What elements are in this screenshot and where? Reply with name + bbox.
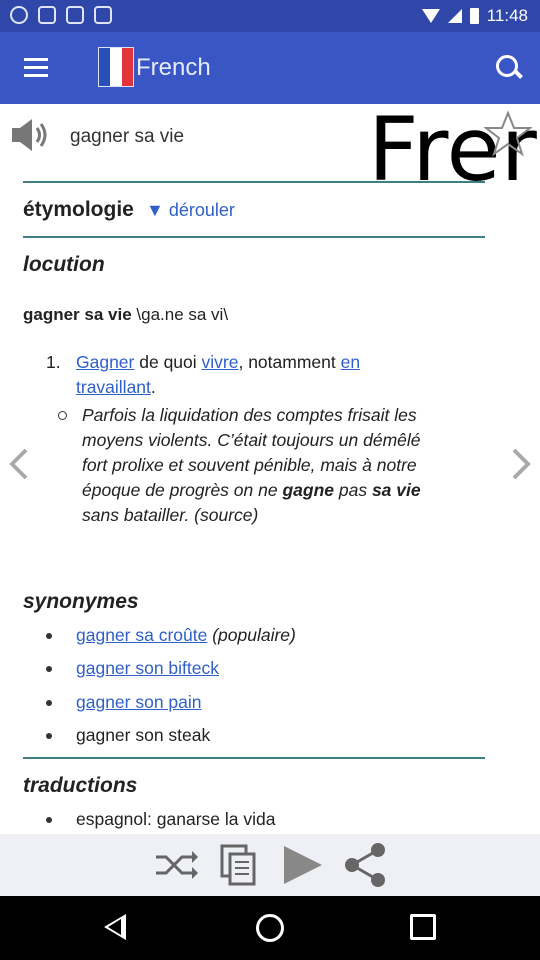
status-bar: 11:48 bbox=[0, 0, 540, 32]
bullet-icon bbox=[46, 666, 52, 672]
shuffle-icon[interactable] bbox=[150, 840, 200, 890]
bullet-icon bbox=[46, 817, 52, 823]
definition-fragment: , notamment bbox=[238, 352, 341, 372]
example-quote: Parfois la liquidation des comptes frisa… bbox=[58, 403, 442, 528]
status-time: 11:48 bbox=[486, 6, 528, 25]
wifi-icon bbox=[421, 9, 440, 23]
share-icon[interactable] bbox=[340, 840, 390, 890]
divider bbox=[23, 757, 485, 759]
definition-fragment: de quoi bbox=[134, 352, 202, 372]
french-flag-icon bbox=[98, 47, 134, 87]
recent-apps-icon[interactable] bbox=[410, 914, 436, 940]
definition-number: 1. bbox=[46, 352, 61, 372]
locution-heading: locution bbox=[23, 253, 105, 276]
back-icon[interactable] bbox=[104, 914, 126, 940]
app-title: French bbox=[136, 54, 211, 81]
example-text: sans batailler. (source) bbox=[82, 505, 259, 525]
bullet-icon bbox=[46, 633, 52, 639]
translation-text: espagnol: ganarse la vida bbox=[76, 809, 276, 829]
link-gagner[interactable]: Gagner bbox=[76, 352, 134, 372]
synonym-link[interactable]: gagner sa croûte bbox=[76, 625, 207, 645]
synonym-link[interactable]: gagner son bifteck bbox=[76, 658, 219, 678]
search-button[interactable] bbox=[492, 52, 524, 84]
pronunciation: \ga.ne sa vi\ bbox=[131, 305, 229, 324]
bottom-toolbar bbox=[0, 834, 540, 896]
copy-icon[interactable] bbox=[214, 840, 264, 890]
bullet-icon bbox=[46, 700, 52, 706]
system-nav-bar bbox=[0, 896, 540, 960]
synonymes-heading: synonymes bbox=[23, 590, 139, 613]
entry-line: gagner sa vie \ga.ne sa vi\ bbox=[23, 305, 228, 325]
traductions-heading: traductions bbox=[23, 774, 138, 797]
menu-button[interactable] bbox=[22, 54, 50, 82]
next-arrow-icon[interactable] bbox=[506, 448, 534, 480]
app-bar: French bbox=[0, 32, 540, 104]
photo-icon bbox=[66, 6, 84, 24]
notification-icon bbox=[10, 6, 28, 24]
synonym-link[interactable]: gagner son pain bbox=[76, 692, 202, 712]
bullet-icon bbox=[58, 411, 67, 420]
notification-icons bbox=[10, 6, 112, 24]
headword: gagner sa vie bbox=[70, 126, 185, 147]
battery-icon bbox=[469, 8, 479, 24]
expand-etymology-link[interactable]: ▼ dérouler bbox=[146, 200, 235, 221]
bullet-icon bbox=[46, 733, 52, 739]
previous-arrow-icon[interactable] bbox=[6, 448, 34, 480]
entry-word: gagner sa vie bbox=[23, 305, 132, 324]
speaker-icon[interactable] bbox=[10, 116, 52, 154]
divider bbox=[23, 181, 485, 183]
etymology-heading: étymologie bbox=[23, 198, 134, 221]
definition-fragment: . bbox=[150, 377, 156, 397]
example-bold: gagne bbox=[282, 480, 334, 500]
home-icon[interactable] bbox=[256, 914, 284, 942]
definition-text: Gagner de quoi vivre, notamment en trava… bbox=[76, 350, 436, 400]
play-icon[interactable] bbox=[278, 840, 328, 890]
synonym-text: gagner son steak bbox=[76, 725, 211, 745]
link-vivre[interactable]: vivre bbox=[202, 352, 239, 372]
signal-icon bbox=[447, 9, 462, 23]
lock-icon bbox=[38, 6, 56, 24]
divider bbox=[23, 236, 485, 238]
example-text: pas bbox=[334, 480, 372, 500]
favorite-star-icon[interactable] bbox=[484, 110, 532, 158]
example-bold: sa vie bbox=[371, 480, 421, 500]
synonym-note: (populaire) bbox=[207, 625, 296, 645]
android-icon bbox=[94, 6, 112, 24]
